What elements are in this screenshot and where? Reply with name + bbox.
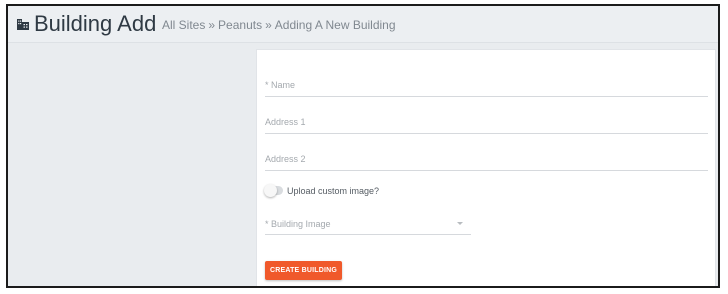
create-building-button[interactable]: CREATE BUILDING bbox=[265, 261, 342, 280]
address1-field-wrapper bbox=[265, 113, 708, 134]
address2-field-wrapper bbox=[265, 150, 708, 171]
upload-custom-image-toggle[interactable] bbox=[264, 184, 283, 197]
page-title: Building Add bbox=[34, 11, 157, 36]
name-input[interactable] bbox=[265, 76, 708, 94]
page-header: Building Add All Sites» Peanuts» Adding A … bbox=[8, 6, 718, 43]
breadcrumb-peanuts[interactable]: Peanuts bbox=[218, 18, 262, 32]
building-image-select[interactable]: * Building Image bbox=[265, 216, 471, 235]
building-icon bbox=[17, 19, 29, 30]
building-form-card: Upload custom image? * Building Image CR… bbox=[256, 49, 716, 286]
name-field-wrapper bbox=[265, 76, 708, 97]
breadcrumb-separator: » bbox=[265, 18, 272, 32]
building-image-placeholder: * Building Image bbox=[265, 219, 331, 229]
address1-input[interactable] bbox=[265, 113, 708, 131]
breadcrumb-all-sites[interactable]: All Sites bbox=[162, 18, 205, 32]
breadcrumb-separator: » bbox=[208, 18, 216, 32]
app-frame: Building Add All Sites» Peanuts» Adding A … bbox=[6, 4, 720, 288]
breadcrumb: All Sites» Peanuts» Adding A New Building bbox=[162, 17, 396, 33]
toggle-knob bbox=[264, 184, 277, 197]
upload-toggle-label: Upload custom image? bbox=[287, 186, 380, 196]
breadcrumb-current: Adding A New Building bbox=[274, 18, 396, 32]
caret-down-icon bbox=[457, 222, 463, 225]
address2-input[interactable] bbox=[265, 150, 708, 168]
